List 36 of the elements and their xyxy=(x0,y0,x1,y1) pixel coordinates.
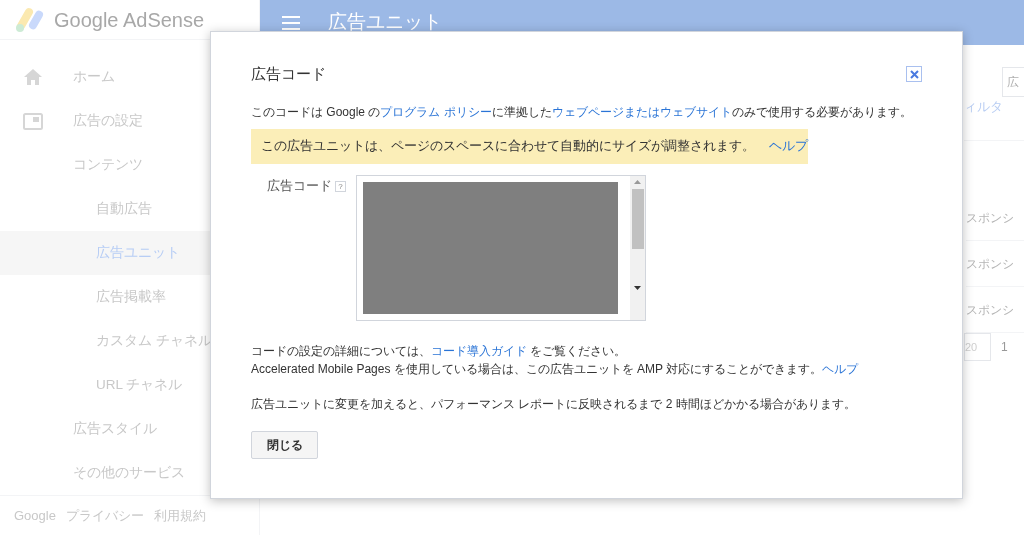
text: Accelerated Mobile Pages を使用している場合は、この広告ユニットを AMP 対応にすることができます。 xyxy=(251,362,823,376)
table-cell-text: スポンシ xyxy=(966,255,1014,273)
close-button[interactable] xyxy=(906,66,922,82)
link[interactable]: ヘルプ xyxy=(822,362,859,376)
text: コードの設定の詳細については、 xyxy=(251,344,431,358)
close-icon xyxy=(909,69,919,79)
banner-text: この広告ユニットは、ページのスペースに合わせて自動的にサイズが調整されます。 xyxy=(261,138,755,156)
field-label: 広告コード xyxy=(267,178,332,195)
logo-text: Google AdSense xyxy=(54,7,205,33)
filter-link[interactable]: ィルタ xyxy=(964,97,1003,117)
scroll-thumb[interactable] xyxy=(631,189,644,249)
dialog-title: 広告コード xyxy=(251,63,326,84)
search-field[interactable]: 広 xyxy=(1002,67,1024,97)
code-textarea[interactable] xyxy=(356,175,646,321)
ad-frame-icon xyxy=(23,112,43,130)
link[interactable]: プログラム ポリシー xyxy=(380,105,492,119)
menu-icon[interactable] xyxy=(282,15,300,30)
link[interactable]: コード導入ガイド xyxy=(431,344,527,358)
home-icon xyxy=(24,69,42,85)
page-number[interactable]: 1 xyxy=(1001,338,1008,356)
text: のみで使用する必要があります。 xyxy=(731,105,912,119)
scrollbar[interactable] xyxy=(630,176,645,320)
delay-note: 広告ユニットに変更を加えると、パフォーマンス レポートに反映されるまで 2 時間ほどかかる場合があります。 xyxy=(251,396,857,413)
help-link[interactable]: ヘルプ xyxy=(769,137,808,156)
scroll-up-icon[interactable] xyxy=(634,180,641,184)
close-button[interactable]: 閉じる xyxy=(251,431,318,459)
text: に準拠した xyxy=(491,105,552,119)
link[interactable]: ウェブページまたはウェブサイト xyxy=(551,105,732,119)
page-title: 広告ユニット xyxy=(328,10,442,35)
table-cell-text: スポンシ xyxy=(966,301,1014,319)
scroll-down-icon[interactable] xyxy=(634,286,641,290)
text: このコードは Google の xyxy=(251,105,381,119)
help-mark[interactable]: ? xyxy=(335,181,346,192)
text: をご覧ください。 xyxy=(529,344,627,358)
logo-icon xyxy=(16,6,46,33)
table-cell-text: スポンシ xyxy=(966,209,1014,227)
